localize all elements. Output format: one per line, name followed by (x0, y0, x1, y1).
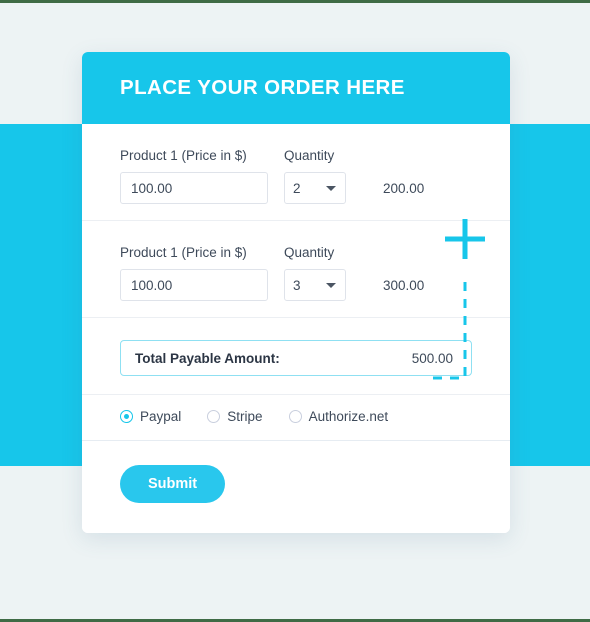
radio-icon (207, 410, 221, 423)
total-section: Total Payable Amount: 500.00 (82, 318, 510, 395)
radio-icon (120, 410, 133, 423)
product-row-fields: 3 300.00 (120, 269, 472, 301)
quantity-value: 2 (293, 180, 301, 196)
submit-button[interactable]: Submit (120, 465, 226, 503)
quantity-select[interactable]: 3 (284, 269, 346, 301)
payment-option-stripe[interactable]: Stripe (207, 409, 263, 424)
quantity-label: Quantity (284, 148, 335, 163)
quantity-select[interactable]: 2 (284, 172, 346, 204)
total-payable-box: Total Payable Amount: 500.00 (120, 340, 472, 376)
product-row: Product 1 (Price in $) Quantity 3 300.00 (82, 221, 510, 318)
product-row-labels: Product 1 (Price in $) Quantity (120, 245, 472, 260)
total-payable-label: Total Payable Amount: (135, 350, 280, 366)
payment-method-group: Paypal Stripe Authorize.net (82, 395, 510, 441)
payment-option-label: Paypal (140, 409, 182, 424)
quantity-value: 3 (293, 277, 301, 293)
payment-option-paypal[interactable]: Paypal (120, 409, 181, 424)
payment-option-label: Stripe (227, 409, 263, 424)
card-header: PLACE YOUR ORDER HERE (82, 52, 510, 124)
page-title: PLACE YOUR ORDER HERE (120, 76, 405, 99)
price-input[interactable] (120, 269, 268, 301)
chevron-down-icon (326, 283, 336, 288)
price-label: Product 1 (Price in $) (120, 245, 247, 260)
price-label: Product 1 (Price in $) (120, 148, 247, 163)
page-top-rule (0, 0, 590, 3)
order-card: PLACE YOUR ORDER HERE Product 1 (Price i… (82, 52, 510, 533)
submit-row: Submit (82, 441, 510, 533)
product-row: Product 1 (Price in $) Quantity 2 200.00 (82, 124, 510, 221)
payment-option-label: Authorize.net (308, 409, 389, 424)
chevron-down-icon (326, 186, 336, 191)
card-body: Product 1 (Price in $) Quantity 2 200.00… (82, 124, 510, 533)
radio-icon (288, 410, 302, 423)
product-row-labels: Product 1 (Price in $) Quantity (120, 148, 472, 163)
total-payable-value: 500.00 (411, 350, 453, 366)
line-total: 200.00 (383, 180, 425, 196)
price-input[interactable] (120, 172, 268, 204)
payment-option-authorize[interactable]: Authorize.net (288, 409, 389, 424)
quantity-label: Quantity (284, 245, 335, 260)
line-total: 300.00 (383, 277, 425, 293)
product-row-fields: 2 200.00 (120, 172, 472, 204)
